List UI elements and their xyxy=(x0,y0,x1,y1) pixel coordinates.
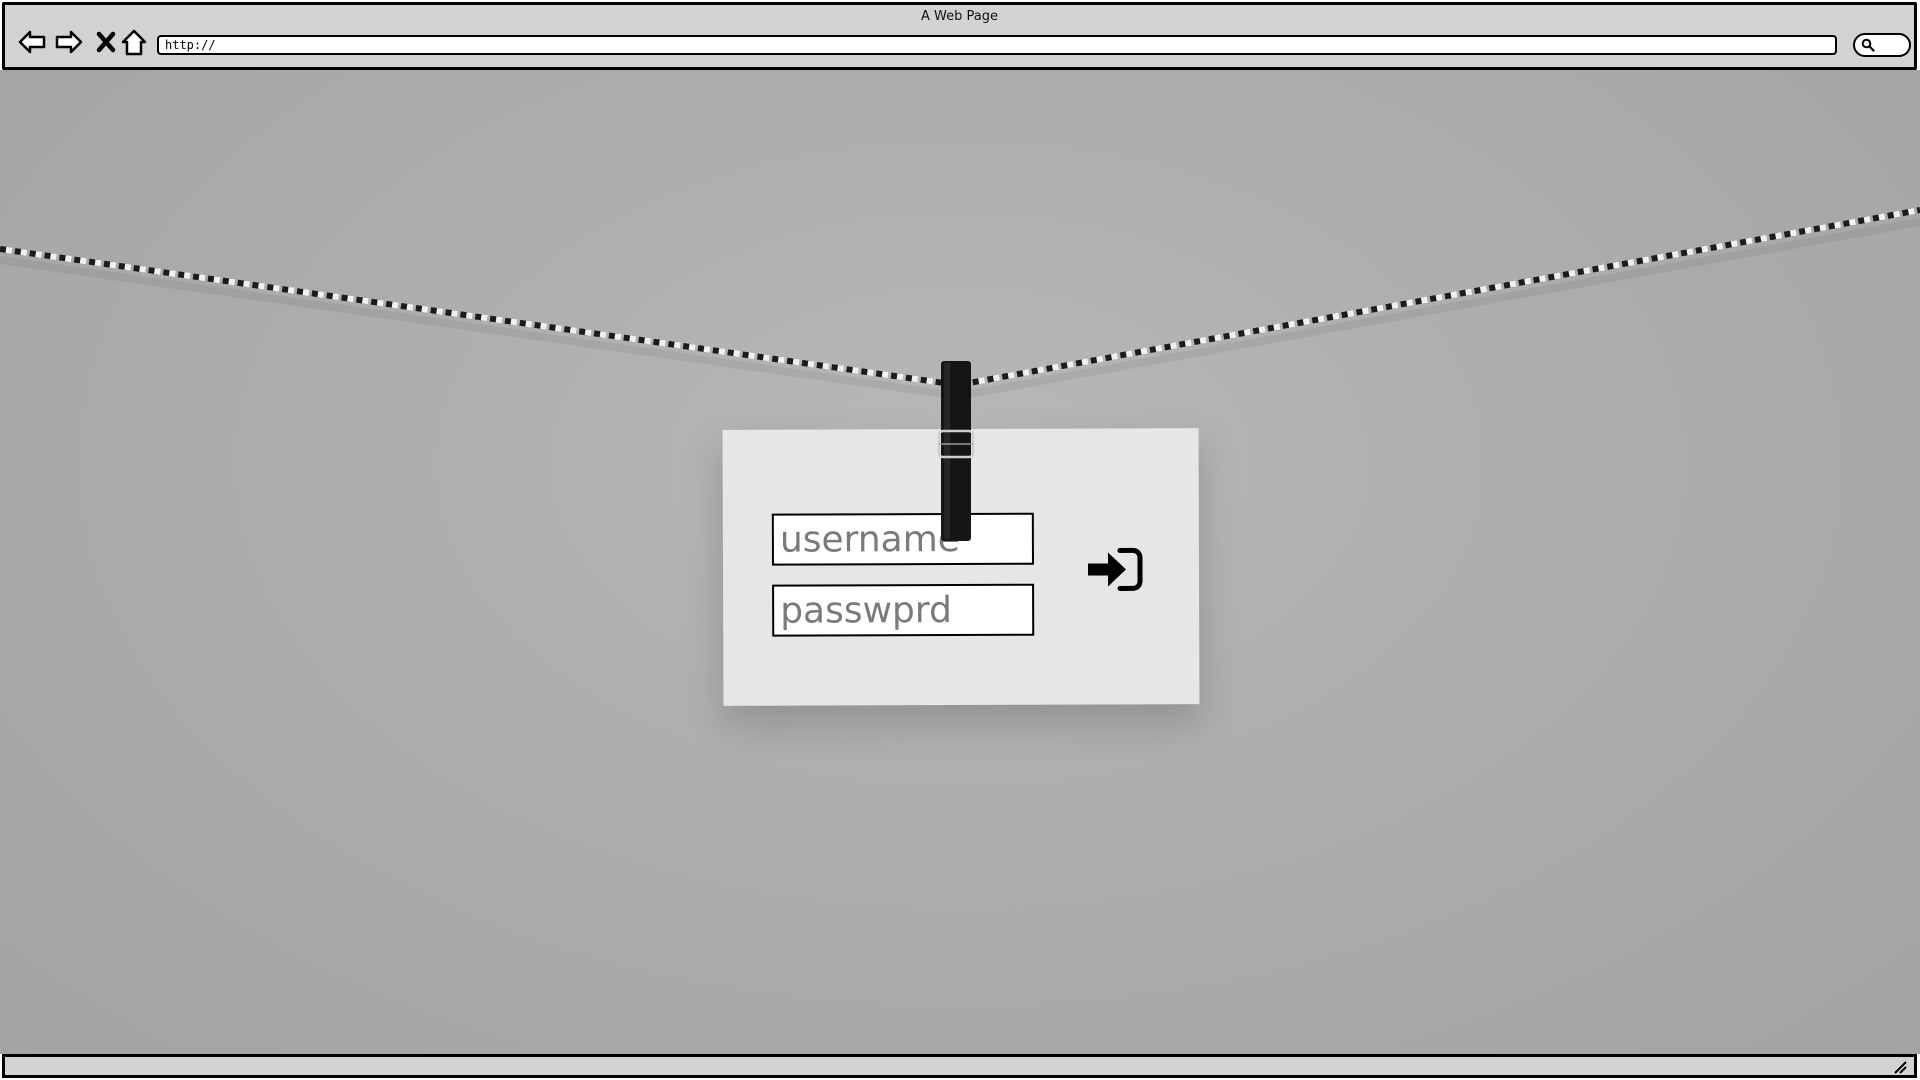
resize-grip-icon[interactable] xyxy=(1892,1059,1908,1075)
forward-arrow-icon[interactable] xyxy=(54,27,84,57)
browser-toolbar: A Web Page http:// xyxy=(2,2,1917,70)
password-field[interactable] xyxy=(772,583,1035,637)
url-input[interactable]: http:// xyxy=(157,35,1837,55)
sign-in-icon xyxy=(1087,547,1143,591)
username-field[interactable] xyxy=(771,512,1034,566)
page-content xyxy=(0,70,1920,1054)
window-title: A Web Page xyxy=(921,9,998,24)
browser-window: A Web Page http:// xyxy=(0,0,1920,1080)
home-icon[interactable] xyxy=(119,27,149,57)
search-button[interactable] xyxy=(1853,33,1911,57)
status-bar xyxy=(2,1054,1917,1078)
back-arrow-icon[interactable] xyxy=(17,27,47,57)
login-button[interactable] xyxy=(1086,542,1146,596)
search-icon xyxy=(1861,38,1875,52)
clothespin xyxy=(937,361,975,541)
close-icon[interactable] xyxy=(91,27,121,57)
